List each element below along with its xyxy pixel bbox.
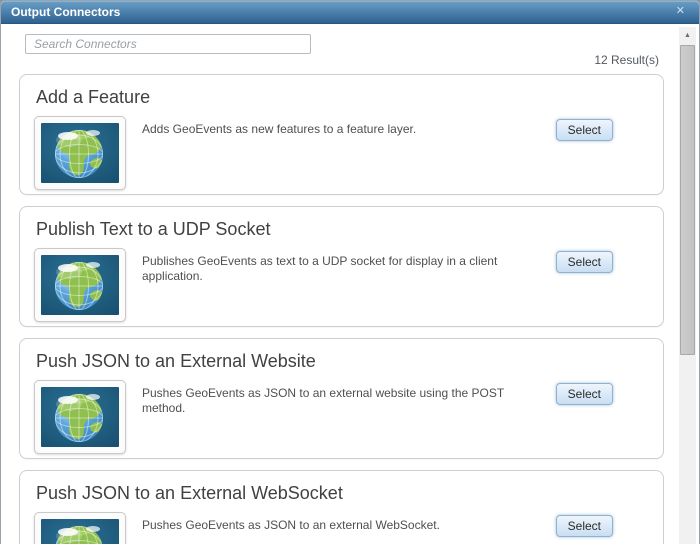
- dialog-titlebar[interactable]: Output Connectors ✕: [1, 1, 699, 24]
- connector-card: Push JSON to an External WebSocket Pushe…: [19, 470, 664, 544]
- select-button[interactable]: Select: [555, 383, 613, 405]
- select-button[interactable]: Select: [555, 251, 613, 273]
- select-button[interactable]: Select: [555, 119, 613, 141]
- connector-title: Push JSON to an External Website: [36, 351, 316, 371]
- connector-thumbnail: [34, 116, 126, 190]
- globe-icon: [41, 387, 119, 447]
- connector-description: Pushes GeoEvents as JSON to an external …: [142, 386, 504, 415]
- connector-thumbnail: [34, 380, 126, 454]
- scrollbar-thumb[interactable]: [680, 45, 695, 355]
- globe-icon: [41, 255, 119, 315]
- connector-card: Publish Text to a UDP Socket Publishes G…: [19, 206, 664, 327]
- connector-title: Push JSON to an External WebSocket: [36, 483, 343, 503]
- connector-description: Publishes GeoEvents as text to a UDP soc…: [142, 254, 498, 283]
- dialog-title: Output Connectors: [11, 5, 121, 19]
- scrollbar[interactable]: ▲: [679, 27, 696, 544]
- output-connectors-dialog: Output Connectors ✕ 12 Result(s) Add a F…: [0, 0, 700, 544]
- globe-icon: [41, 123, 119, 183]
- up-arrow-icon: ▲: [684, 31, 691, 39]
- connector-title: Publish Text to a UDP Socket: [36, 219, 271, 239]
- connector-description: Pushes GeoEvents as JSON to an external …: [142, 518, 440, 532]
- close-icon[interactable]: ✕: [676, 1, 685, 21]
- globe-icon: [41, 519, 119, 544]
- results-count: 12 Result(s): [594, 53, 659, 67]
- connector-card: Add a Feature Adds GeoEvents as new feat…: [19, 74, 664, 195]
- connector-card: Push JSON to an External Website Pushes …: [19, 338, 664, 459]
- connector-thumbnail: [34, 512, 126, 544]
- connector-description: Adds GeoEvents as new features to a feat…: [142, 122, 417, 136]
- scroll-up-button[interactable]: ▲: [679, 27, 696, 43]
- search-input[interactable]: [25, 34, 311, 54]
- connector-title: Add a Feature: [36, 87, 151, 107]
- select-button[interactable]: Select: [555, 515, 613, 537]
- connector-list: Add a Feature Adds GeoEvents as new feat…: [19, 74, 664, 544]
- connector-thumbnail: [34, 248, 126, 322]
